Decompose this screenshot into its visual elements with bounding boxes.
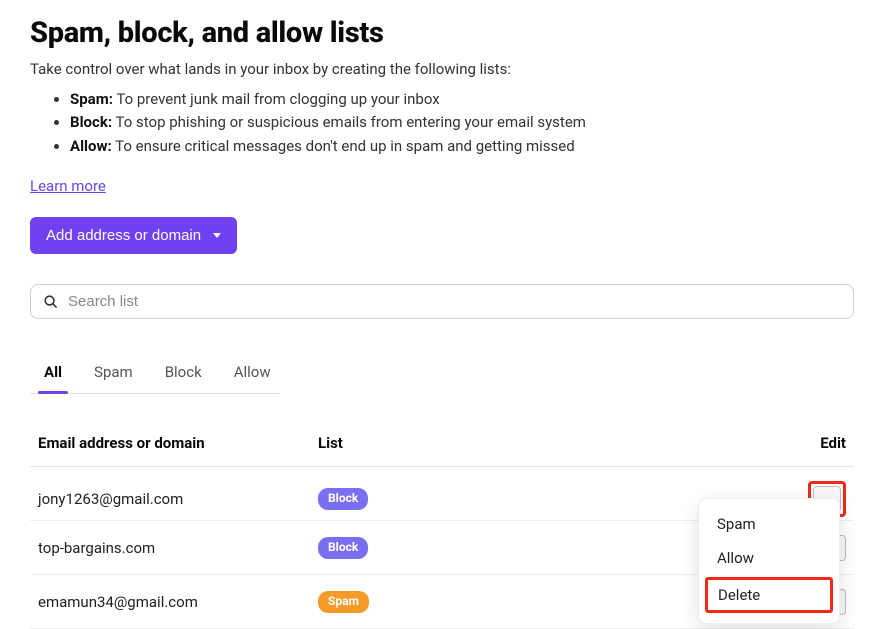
list-item: Spam: To prevent junk mail from clogging… [70,88,854,111]
list-item: Allow: To ensure critical messages don't… [70,135,854,158]
menu-item-allow[interactable]: Allow [699,541,839,575]
tab-all[interactable]: All [44,355,62,393]
column-email: Email address or domain [38,434,318,452]
search-input[interactable] [68,293,841,310]
column-edit: Edit [786,434,846,452]
context-menu: Spam Allow Delete [698,498,840,624]
page-subtitle: Take control over what lands in your inb… [30,60,854,78]
search-field[interactable] [30,284,854,319]
list-badge: Block [318,537,368,559]
tab-block[interactable]: Block [165,355,202,393]
row-email: emamun34@gmail.com [38,593,318,611]
row-email: top-bargains.com [38,539,318,557]
list-item: Block: To stop phishing or suspicious em… [70,111,854,134]
add-address-label: Add address or domain [46,227,201,244]
list-badge: Block [318,488,368,510]
page-title: Spam, block, and allow lists [30,16,854,50]
menu-item-delete[interactable]: Delete [705,577,833,613]
chevron-down-icon [213,233,221,238]
list-badge: Spam [318,591,369,613]
learn-more-link[interactable]: Learn more [30,177,106,195]
menu-item-spam[interactable]: Spam [699,507,839,541]
add-address-button[interactable]: Add address or domain [30,217,237,254]
row-email: jony1263@gmail.com [38,490,318,508]
search-icon [43,294,58,309]
tab-allow[interactable]: Allow [234,355,271,393]
tab-spam[interactable]: Spam [94,355,133,393]
tabs: All Spam Block Allow [30,355,280,394]
description-list: Spam: To prevent junk mail from clogging… [30,88,854,158]
column-list: List [318,434,786,452]
table-header: Email address or domain List Edit [30,420,854,467]
